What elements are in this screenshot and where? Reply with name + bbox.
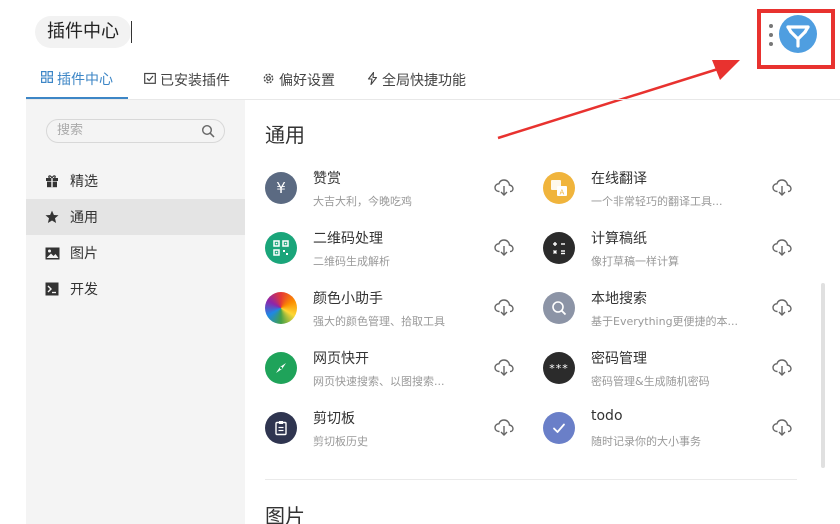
cloud-download-icon[interactable] bbox=[771, 236, 793, 258]
sidebar-item-dev[interactable]: 开发 bbox=[26, 271, 245, 307]
tab-label: 偏好设置 bbox=[279, 73, 335, 89]
installed-icon bbox=[144, 72, 156, 88]
plugin-name: 计算稿纸 bbox=[591, 231, 647, 247]
tab-global-shortcuts[interactable]: 全局快捷功能 bbox=[351, 61, 482, 99]
plugin-card[interactable]: A 在线翻译一个非常轻巧的翻译工具... bbox=[543, 164, 803, 212]
plugin-name: 赞赏 bbox=[313, 171, 341, 187]
cloud-download-icon[interactable] bbox=[771, 356, 793, 378]
gift-icon bbox=[44, 173, 60, 189]
sidebar-item-label: 通用 bbox=[70, 210, 98, 226]
plugin-description: 强大的颜色管理、拾取工具 bbox=[313, 315, 445, 328]
tab-label: 已安装插件 bbox=[160, 73, 230, 89]
plugin-description: 二维码生成解析 bbox=[313, 255, 390, 268]
plugin-card[interactable]: 计算稿纸像打草稿一样计算 bbox=[543, 224, 803, 272]
plugin-description: 随时记录你的大小事务 bbox=[591, 435, 701, 448]
sidebar-item-label: 图片 bbox=[70, 246, 98, 262]
plugin-card[interactable]: 本地搜索基于Everything更便捷的本... bbox=[543, 284, 803, 332]
plugin-card[interactable]: todo 随时记录你的大小事务 bbox=[543, 404, 803, 452]
password-icon: *** bbox=[543, 352, 575, 384]
plugin-description: 大吉大利，今晚吃鸡 bbox=[313, 195, 412, 208]
sidebar-item-label: 精选 bbox=[70, 174, 98, 190]
sidebar-item-featured[interactable]: 精选 bbox=[26, 163, 245, 199]
plugin-card[interactable]: *** 密码管理密码管理&生成随机密码 bbox=[543, 344, 803, 392]
plugin-name: 剪切板 bbox=[313, 411, 355, 427]
gear-icon bbox=[262, 72, 275, 89]
sidebar: 精选 通用 图片 开发 bbox=[26, 100, 245, 524]
category-nav: 精选 通用 图片 开发 bbox=[26, 163, 245, 307]
calculator-icon bbox=[543, 232, 575, 264]
tab-plugin-center[interactable]: 插件中心 bbox=[26, 61, 128, 99]
clipboard-icon bbox=[265, 412, 297, 444]
cloud-download-icon[interactable] bbox=[493, 236, 515, 258]
plugin-description: 像打草稿一样计算 bbox=[591, 255, 679, 268]
plugin-card[interactable]: 剪切板 剪切板历史 bbox=[265, 404, 525, 452]
plugin-card[interactable]: 二维码处理二维码生成解析 bbox=[265, 224, 525, 272]
svg-text:A: A bbox=[560, 189, 565, 197]
plugin-name: todo bbox=[591, 408, 623, 424]
local-search-icon bbox=[543, 292, 575, 324]
color-wheel-icon bbox=[265, 292, 297, 324]
qrcode-icon bbox=[265, 232, 297, 264]
cloud-download-icon[interactable] bbox=[493, 356, 515, 378]
sidebar-item-label: 开发 bbox=[70, 282, 98, 298]
sidebar-item-images[interactable]: 图片 bbox=[26, 235, 245, 271]
tab-preferences[interactable]: 偏好设置 bbox=[246, 61, 351, 99]
search-icon[interactable] bbox=[201, 124, 215, 138]
plugin-name: 网页快开 bbox=[313, 351, 369, 367]
lightning-icon bbox=[367, 71, 378, 89]
cloud-download-icon[interactable] bbox=[771, 176, 793, 198]
tab-label: 全局快捷功能 bbox=[382, 73, 466, 89]
plugin-description: 基于Everything更便捷的本... bbox=[591, 315, 739, 328]
plugin-description: 密码管理&生成随机密码 bbox=[591, 375, 710, 388]
plugin-name: 在线翻译 bbox=[591, 171, 647, 187]
text-cursor bbox=[131, 21, 132, 43]
tab-label: 插件中心 bbox=[57, 72, 113, 88]
section-divider bbox=[265, 479, 797, 480]
plugin-card[interactable]: 网页快开网页快速搜索、以图搜索... bbox=[265, 344, 525, 392]
yen-icon: ¥ bbox=[265, 172, 297, 204]
plugin-name: 颜色小助手 bbox=[313, 291, 383, 307]
section-title-images: 图片 bbox=[265, 504, 305, 524]
image-icon bbox=[44, 245, 60, 261]
page-title: 插件中心 bbox=[35, 16, 131, 48]
plugin-description: 网页快速搜索、以图搜索... bbox=[313, 375, 445, 388]
star-icon bbox=[44, 209, 60, 225]
grid-icon bbox=[41, 71, 54, 87]
section-title-general: 通用 bbox=[265, 123, 305, 147]
check-icon bbox=[543, 412, 575, 444]
scrollbar[interactable] bbox=[821, 283, 825, 468]
plugin-name: 本地搜索 bbox=[591, 291, 647, 307]
sidebar-item-general[interactable]: 通用 bbox=[26, 199, 245, 235]
cloud-download-icon[interactable] bbox=[771, 416, 793, 438]
plugin-name: 密码管理 bbox=[591, 351, 647, 367]
tab-installed[interactable]: 已安装插件 bbox=[128, 61, 246, 99]
app-logo-icon[interactable] bbox=[779, 15, 817, 53]
compass-icon bbox=[265, 352, 297, 384]
terminal-icon bbox=[44, 281, 60, 297]
plugin-card[interactable]: 颜色小助手强大的颜色管理、拾取工具 bbox=[265, 284, 525, 332]
cloud-download-icon[interactable] bbox=[493, 176, 515, 198]
search-input[interactable] bbox=[57, 123, 197, 138]
tab-bar: 插件中心 已安装插件 偏好设置 全局快捷功能 bbox=[26, 61, 482, 99]
cloud-download-icon[interactable] bbox=[493, 416, 515, 438]
plugin-card[interactable]: ¥ 赞赏大吉大利，今晚吃鸡 bbox=[265, 164, 525, 212]
plugin-description: 剪切板历史 bbox=[313, 435, 368, 448]
translate-icon: A bbox=[543, 172, 575, 204]
plugin-name: 二维码处理 bbox=[313, 231, 383, 247]
cloud-download-icon[interactable] bbox=[771, 296, 793, 318]
search-box[interactable] bbox=[46, 119, 225, 143]
cloud-download-icon[interactable] bbox=[493, 296, 515, 318]
plugin-description: 一个非常轻巧的翻译工具... bbox=[591, 195, 723, 208]
